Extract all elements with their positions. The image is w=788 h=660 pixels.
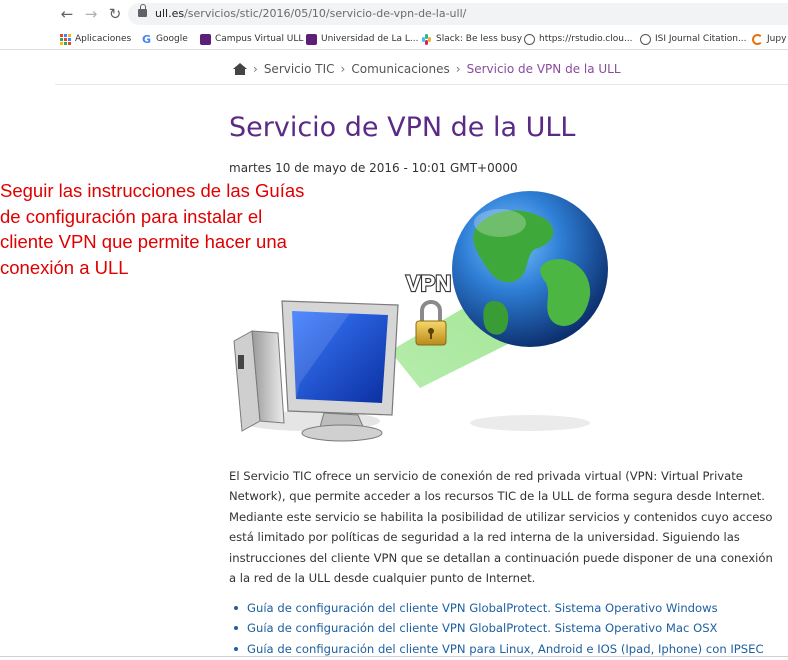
guide-link-linux-android-ios[interactable]: Guía de configuración del cliente VPN pa… <box>247 642 764 656</box>
url-text[interactable]: ull.es/servicios/stic/2016/05/10/servici… <box>155 7 466 20</box>
back-arrow-icon[interactable]: ← <box>58 5 76 23</box>
bookmark-google[interactable]: G Google <box>141 32 188 46</box>
breadcrumb-comunicaciones[interactable]: Comunicaciones <box>351 62 449 76</box>
bookmark-universidad[interactable]: Universidad de La L... <box>306 32 418 46</box>
header-divider <box>55 84 788 85</box>
bookmark-rstudio[interactable]: https://rstudio.clou... <box>524 32 633 46</box>
lock-icon <box>138 4 147 17</box>
padlock-icon <box>415 300 447 346</box>
body-line: Mediante este servicio se habilita la po… <box>229 509 773 524</box>
post-date: martes 10 de mayo de 2016 - 10:01 GMT+00… <box>229 161 518 175</box>
page-title: Servicio de VPN de la ULL <box>229 112 576 143</box>
browser-toolbar: ← → ↻ ull.es/servicios/stic/2016/05/10/s… <box>0 0 788 28</box>
bookmark-apps[interactable]: Aplicaciones <box>60 32 131 46</box>
globe-icon <box>524 33 535 45</box>
ull-icon <box>306 33 317 45</box>
globe-icon <box>452 191 608 431</box>
bookmarks-bar: Aplicaciones G Google Campus Virtual ULL… <box>0 28 788 50</box>
bookmark-isi[interactable]: ISI Journal Citation... <box>640 32 747 46</box>
guide-list: Guía de configuración del cliente VPN Gl… <box>233 598 764 659</box>
body-line: El Servicio TIC ofrece un servicio de co… <box>229 469 743 483</box>
bookmark-campus-virtual[interactable]: Campus Virtual ULL <box>200 32 303 46</box>
reload-icon[interactable]: ↻ <box>106 5 124 23</box>
list-item: Guía de configuración del cliente VPN Gl… <box>233 618 764 638</box>
body-line: a la red de la ULL desde cualquier punto… <box>229 571 536 586</box>
article-body: El Servicio TIC ofrece un servicio de co… <box>229 466 787 588</box>
vpn-illustration: VPN <box>233 191 608 442</box>
apps-grid-icon <box>60 33 71 45</box>
bookmark-jupyter[interactable]: Jupy <box>752 32 786 46</box>
guide-link-macosx[interactable]: Guía de configuración del cliente VPN Gl… <box>247 621 718 635</box>
computer-icon <box>233 300 399 442</box>
body-line: instrucciones del cliente VPN que se det… <box>229 550 773 565</box>
body-line: está limitado por políticas de seguridad… <box>229 530 740 545</box>
body-line: Network), que permite acceder a los recu… <box>229 489 765 504</box>
breadcrumb-separator: › <box>253 62 258 76</box>
home-icon[interactable] <box>233 63 247 75</box>
slack-icon <box>421 33 432 45</box>
bottom-divider <box>0 656 788 657</box>
jupyter-icon <box>752 33 763 45</box>
breadcrumb-separator: › <box>340 62 346 76</box>
breadcrumb-current: Servicio de VPN de la ULL <box>466 62 621 76</box>
vpn-label: VPN <box>406 271 451 296</box>
list-item: Guía de configuración del cliente VPN Gl… <box>233 598 764 618</box>
breadcrumb: › Servicio TIC › Comunicaciones › Servic… <box>233 61 621 77</box>
forward-arrow-icon[interactable]: → <box>82 5 100 23</box>
bookmark-slack[interactable]: Slack: Be less busy <box>421 32 522 46</box>
breadcrumb-servicio-tic[interactable]: Servicio TIC <box>264 62 335 76</box>
globe-icon <box>640 33 651 45</box>
breadcrumb-separator: › <box>455 62 461 76</box>
guide-link-windows[interactable]: Guía de configuración del cliente VPN Gl… <box>247 601 718 615</box>
google-icon: G <box>141 32 152 46</box>
ull-icon <box>200 33 211 45</box>
